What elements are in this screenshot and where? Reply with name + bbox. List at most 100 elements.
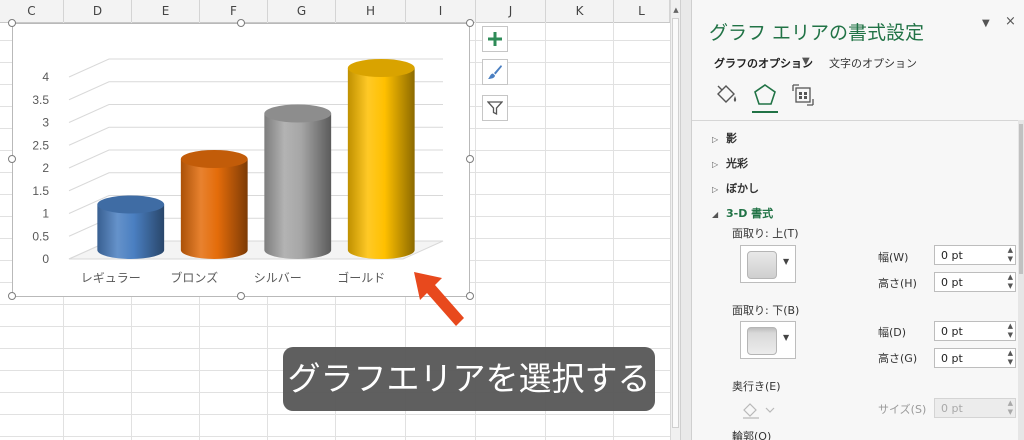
section-soft-edges[interactable]: ▷ ぼかし bbox=[712, 180, 759, 196]
y-tick-label: 0 bbox=[42, 252, 49, 266]
instruction-callout: グラフエリアを選択する bbox=[283, 347, 655, 411]
pane-scroll-thumb[interactable] bbox=[1019, 124, 1023, 274]
spinner-value: 0 pt bbox=[941, 402, 963, 415]
tab-text-options[interactable]: 文字のオプション bbox=[829, 55, 917, 71]
column-header-k[interactable]: K bbox=[546, 0, 614, 22]
x-tick-label: ゴールド bbox=[337, 270, 385, 285]
spinner-arrows-icon[interactable]: ▲ ▼ bbox=[1008, 349, 1013, 367]
chevron-down-icon: ▼ bbox=[783, 333, 790, 342]
resize-handle[interactable] bbox=[8, 155, 16, 163]
format-chart-area-pane: グラフ エリアの書式設定 ▼ × グラフのオプション ▼ 文字のオプション ▷ 影 bbox=[692, 0, 1024, 440]
bar-top bbox=[180, 150, 248, 168]
bar-top bbox=[264, 104, 332, 123]
bottom-width-spinner[interactable]: 0 pt ▲ ▼ bbox=[934, 321, 1016, 341]
chart-area[interactable]: 0 0.5 1 1.5 2 2.5 3 3.5 4 レギュラー ブロンズ シルバー ゴールド bbox=[12, 23, 470, 297]
bar-top bbox=[97, 195, 165, 214]
size-properties-icon bbox=[792, 84, 814, 106]
resize-handle[interactable] bbox=[466, 155, 474, 163]
top-width-label: 幅(W) bbox=[878, 251, 909, 264]
bottom-width-label: 幅(D) bbox=[878, 326, 907, 339]
depth-size-spinner[interactable]: 0 pt ▲ ▼ bbox=[934, 398, 1016, 418]
y-tick-label: 1.5 bbox=[32, 184, 49, 198]
spinner-value: 0 pt bbox=[941, 325, 963, 338]
gridline bbox=[0, 414, 670, 415]
effects-tab[interactable] bbox=[752, 82, 778, 108]
expand-arrow-icon: ▷ bbox=[712, 160, 719, 169]
depth-label: 奥行き(E) bbox=[732, 380, 781, 393]
spinner-arrows-icon[interactable]: ▲ ▼ bbox=[1008, 322, 1013, 340]
resize-handle[interactable] bbox=[466, 19, 474, 27]
section-glow[interactable]: ▷ 光彩 bbox=[712, 155, 748, 171]
resize-handle[interactable] bbox=[8, 19, 16, 27]
section-label: 影 bbox=[726, 132, 737, 145]
tab-chart-options[interactable]: グラフのオプション bbox=[714, 55, 813, 71]
chart-filters-button[interactable] bbox=[482, 95, 508, 121]
spinner-arrows-icon: ▲ ▼ bbox=[1007, 399, 1013, 416]
y-tick-label: 3.5 bbox=[32, 93, 49, 107]
fill-line-tab[interactable] bbox=[714, 82, 740, 108]
spinner-value: 0 pt bbox=[941, 352, 963, 365]
bevel-bottom-dropdown[interactable]: ▼ bbox=[740, 321, 796, 359]
chart-elements-button[interactable] bbox=[482, 26, 508, 52]
contour-label: 輪郭(O) bbox=[732, 430, 772, 440]
bar bbox=[180, 159, 248, 259]
depth-color-button[interactable] bbox=[740, 400, 786, 420]
size-properties-tab[interactable] bbox=[790, 82, 816, 108]
y-tick-label: 3 bbox=[42, 116, 49, 130]
scroll-thumb[interactable] bbox=[672, 18, 679, 428]
gridline bbox=[0, 304, 670, 305]
column-header-j[interactable]: J bbox=[476, 0, 546, 22]
top-height-spinner[interactable]: 0 pt ▲ ▼ bbox=[934, 272, 1016, 292]
column-headers: C D E F G H I J K L bbox=[0, 0, 680, 23]
bevel-bottom-label: 面取り: 下(B) bbox=[732, 304, 800, 317]
column-header-e[interactable]: E bbox=[132, 0, 200, 22]
y-tick-label: 0.5 bbox=[32, 229, 49, 243]
close-icon[interactable]: × bbox=[1005, 14, 1016, 29]
top-width-spinner[interactable]: 0 pt ▲ ▼ bbox=[934, 245, 1016, 265]
worksheet: C D E F G H I J K L 0 0.5 1 1.5 2 2.5 3 … bbox=[0, 0, 680, 440]
chart-styles-button[interactable] bbox=[482, 59, 508, 85]
chevron-down-icon[interactable]: ▼ bbox=[802, 56, 810, 67]
x-tick-label: ブロンズ bbox=[170, 270, 218, 285]
pane-splitter[interactable] bbox=[680, 0, 692, 440]
divider bbox=[692, 120, 1024, 121]
paint-bucket-icon bbox=[717, 85, 737, 103]
resize-handle[interactable] bbox=[237, 292, 245, 300]
column-header-g[interactable]: G bbox=[268, 0, 336, 22]
section-3d-format[interactable]: ◢ 3-D 書式 bbox=[712, 205, 773, 221]
column-header-h[interactable]: H bbox=[336, 0, 406, 22]
spinner-value: 0 pt bbox=[941, 276, 963, 289]
column-header-d[interactable]: D bbox=[64, 0, 132, 22]
spinner-value: 0 pt bbox=[941, 249, 963, 262]
bevel-preview-icon bbox=[747, 251, 777, 279]
column-header-i[interactable]: I bbox=[406, 0, 476, 22]
spinner-arrows-icon[interactable]: ▲ ▼ bbox=[1008, 273, 1013, 291]
resize-handle[interactable] bbox=[237, 19, 245, 27]
depth-size-label: サイズ(S) bbox=[878, 403, 927, 416]
bar-top bbox=[347, 59, 415, 77]
bottom-height-label: 高さ(G) bbox=[878, 352, 918, 365]
sheet-vertical-scrollbar[interactable]: ▲ bbox=[670, 0, 680, 440]
collapse-arrow-icon: ◢ bbox=[712, 210, 719, 219]
bevel-top-label: 面取り: 上(T) bbox=[732, 227, 799, 240]
resize-handle[interactable] bbox=[8, 292, 16, 300]
chart-plot: 0 0.5 1 1.5 2 2.5 3 3.5 4 レギュラー ブロンズ シルバー ゴールド bbox=[32, 58, 444, 285]
column-header-f[interactable]: F bbox=[200, 0, 268, 22]
y-tick-label: 1 bbox=[42, 207, 49, 221]
paint-bucket-icon bbox=[743, 403, 775, 419]
bevel-top-dropdown[interactable]: ▼ bbox=[740, 245, 796, 283]
section-label: 3-D 書式 bbox=[726, 207, 774, 220]
bar bbox=[347, 68, 415, 259]
bottom-height-spinner[interactable]: 0 pt ▲ ▼ bbox=[934, 348, 1016, 368]
active-tab-indicator bbox=[752, 111, 778, 113]
column-header-l[interactable]: L bbox=[614, 0, 670, 22]
x-tick-label: レギュラー bbox=[81, 271, 141, 285]
bevel-preview-icon bbox=[747, 327, 777, 355]
expand-arrow-icon: ▷ bbox=[712, 185, 719, 194]
y-tick-label: 4 bbox=[42, 70, 49, 84]
section-shadow[interactable]: ▷ 影 bbox=[712, 130, 737, 146]
brush-icon bbox=[488, 65, 502, 79]
plus-icon bbox=[488, 32, 502, 46]
pane-options-icon[interactable]: ▼ bbox=[982, 18, 990, 29]
spinner-arrows-icon[interactable]: ▲ ▼ bbox=[1008, 246, 1013, 264]
